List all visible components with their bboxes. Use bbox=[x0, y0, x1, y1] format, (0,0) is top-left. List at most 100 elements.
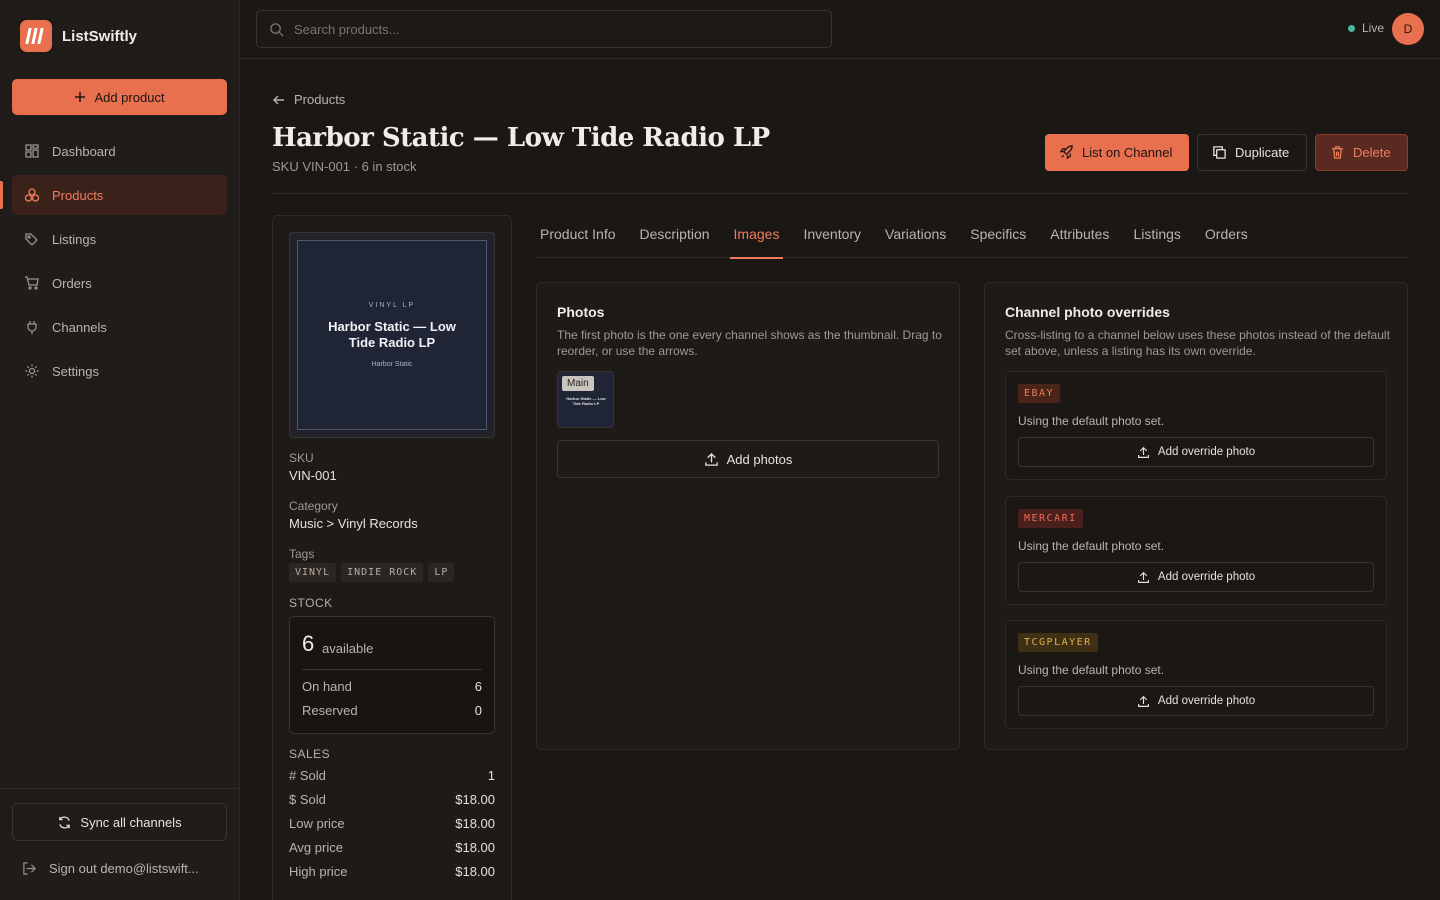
status-text: Live bbox=[1361, 21, 1384, 35]
delete-label: Delete bbox=[1353, 145, 1391, 160]
header-divider bbox=[272, 193, 1408, 194]
sidebar-item-label: Channels bbox=[52, 319, 107, 335]
photos-title: Photos bbox=[557, 304, 605, 320]
photos-description: The first photo is the one every channel… bbox=[557, 328, 942, 358]
cover-kicker: VINYL LP bbox=[368, 302, 416, 309]
duplicate-label: Duplicate bbox=[1235, 145, 1290, 160]
sales-label: SALES bbox=[289, 747, 331, 761]
add-product-button[interactable]: Add product bbox=[12, 79, 227, 115]
copy-icon bbox=[1213, 146, 1226, 159]
sales-row-label: # Sold bbox=[289, 768, 326, 783]
add-override-photo-button[interactable]: Add override photo bbox=[1018, 437, 1374, 467]
tab-images[interactable]: Images bbox=[729, 215, 784, 259]
brand-name: ListSwiftly bbox=[62, 27, 138, 45]
search-input[interactable] bbox=[294, 21, 814, 37]
tab-description[interactable]: Description bbox=[636, 215, 714, 258]
add-override-photo-button[interactable]: Add override photo bbox=[1018, 562, 1374, 592]
sidebar-footer: Sync all channels Sign out demo@listswif… bbox=[0, 788, 239, 876]
channel-overrides-panel: Channel photo overrides Cross-listing to… bbox=[984, 282, 1408, 750]
sidebar-item-settings[interactable]: Settings bbox=[12, 351, 227, 391]
rocket-icon bbox=[1059, 145, 1073, 160]
channel-card-ebay: EBAY Using the default photo set. Add ov… bbox=[1005, 371, 1387, 480]
delete-button[interactable]: Delete bbox=[1315, 134, 1408, 171]
sidebar-item-label: Dashboard bbox=[52, 143, 116, 159]
sign-out-button[interactable]: Sign out demo@listswift... bbox=[22, 861, 199, 876]
channel-note: Using the default photo set. bbox=[1018, 414, 1165, 428]
page-title: Harbor Static — Low Tide Radio LP bbox=[272, 123, 770, 153]
sign-out-label: Sign out demo@listswift... bbox=[49, 861, 199, 876]
channel-badge: MERCARI bbox=[1018, 509, 1083, 528]
trash-icon bbox=[1331, 146, 1344, 159]
cart-icon bbox=[24, 275, 40, 291]
photo-thumbnail[interactable]: Main Harbor Static — Low Tide Radio LP bbox=[557, 371, 614, 428]
add-override-label: Add override photo bbox=[1157, 446, 1256, 458]
stock-on-hand-row: On hand 6 bbox=[302, 679, 482, 694]
products-icon bbox=[24, 187, 40, 203]
product-summary-card: VINYL LP Harbor Static — Low Tide Radio … bbox=[272, 215, 512, 900]
live-status: Live bbox=[1347, 21, 1384, 35]
avatar[interactable]: D bbox=[1392, 13, 1424, 45]
tag-list: VINYL INDIE ROCK LP bbox=[289, 563, 455, 582]
add-photos-button[interactable]: Add photos bbox=[557, 440, 939, 478]
upload-icon bbox=[1137, 695, 1149, 707]
breadcrumb[interactable]: Products bbox=[272, 92, 345, 107]
sales-row: High price $18.00 bbox=[289, 864, 495, 879]
category-label: Category bbox=[289, 499, 338, 513]
stock-available-count: 6 bbox=[302, 631, 315, 656]
sidebar: ListSwiftly Add product Dashboard Produc… bbox=[0, 0, 240, 900]
search-box[interactable] bbox=[256, 10, 832, 48]
topbar: Live D bbox=[240, 0, 1440, 59]
page-actions: List on Channel Duplicate Delete bbox=[1045, 134, 1408, 171]
tab-inventory[interactable]: Inventory bbox=[799, 215, 865, 258]
tab-listings[interactable]: Listings bbox=[1129, 215, 1184, 258]
sidebar-item-label: Settings bbox=[52, 363, 99, 379]
sidebar-nav: Dashboard Products Listings Orders Chann… bbox=[0, 131, 227, 395]
gear-icon bbox=[24, 363, 40, 379]
tag-icon bbox=[24, 231, 40, 247]
thumbnail-title: Harbor Static — Low Tide Radio LP bbox=[566, 396, 606, 406]
sales-row: # Sold 1 bbox=[289, 768, 495, 783]
duplicate-button[interactable]: Duplicate bbox=[1197, 134, 1307, 171]
plug-icon bbox=[24, 319, 40, 335]
main-photo-badge: Main bbox=[562, 376, 594, 391]
tag: VINYL bbox=[289, 563, 337, 582]
tab-variations[interactable]: Variations bbox=[881, 215, 950, 258]
list-on-channel-button[interactable]: List on Channel bbox=[1045, 134, 1189, 171]
tag: LP bbox=[428, 563, 455, 582]
sidebar-item-orders[interactable]: Orders bbox=[12, 263, 227, 303]
sign-out-icon bbox=[23, 862, 36, 875]
tab-specifics[interactable]: Specifics bbox=[966, 215, 1030, 258]
tab-attributes[interactable]: Attributes bbox=[1046, 215, 1113, 258]
sales-row-value: $18.00 bbox=[455, 816, 495, 831]
product-image[interactable]: VINYL LP Harbor Static — Low Tide Radio … bbox=[289, 232, 495, 438]
cover-artist: Harbor Static bbox=[371, 361, 413, 368]
sidebar-item-channels[interactable]: Channels bbox=[12, 307, 227, 347]
overrides-description: Cross-listing to a channel below uses th… bbox=[1005, 328, 1390, 358]
sales-row-label: High price bbox=[289, 864, 348, 879]
brand-logo-icon bbox=[20, 20, 52, 52]
sidebar-item-dashboard[interactable]: Dashboard bbox=[12, 131, 227, 171]
stock-label: STOCK bbox=[289, 596, 333, 610]
add-override-label: Add override photo bbox=[1157, 571, 1256, 583]
channel-note: Using the default photo set. bbox=[1018, 539, 1165, 553]
stock-row-value: 6 bbox=[474, 679, 482, 694]
sales-row-label: Avg price bbox=[289, 840, 343, 855]
sales-row-label: Low price bbox=[289, 816, 345, 831]
page-subtitle: SKU VIN-001 · 6 in stock bbox=[272, 159, 417, 174]
tab-orders[interactable]: Orders bbox=[1201, 215, 1252, 258]
stock-row-label: On hand bbox=[302, 679, 352, 694]
sidebar-item-products[interactable]: Products bbox=[0, 175, 227, 215]
sidebar-item-listings[interactable]: Listings bbox=[12, 219, 227, 259]
sync-all-channels-button[interactable]: Sync all channels bbox=[12, 803, 227, 841]
refresh-icon bbox=[59, 815, 71, 829]
brand[interactable]: ListSwiftly bbox=[20, 20, 137, 52]
sales-row-label: $ Sold bbox=[289, 792, 326, 807]
overrides-title: Channel photo overrides bbox=[1005, 304, 1170, 320]
tab-product-info[interactable]: Product Info bbox=[536, 215, 620, 258]
sku-value: VIN-001 bbox=[289, 468, 337, 483]
sales-row-value: $18.00 bbox=[455, 840, 495, 855]
plus-icon bbox=[75, 92, 86, 102]
add-photos-label: Add photos bbox=[726, 451, 793, 467]
add-override-photo-button[interactable]: Add override photo bbox=[1018, 686, 1374, 716]
sales-row-value: $18.00 bbox=[455, 864, 495, 879]
